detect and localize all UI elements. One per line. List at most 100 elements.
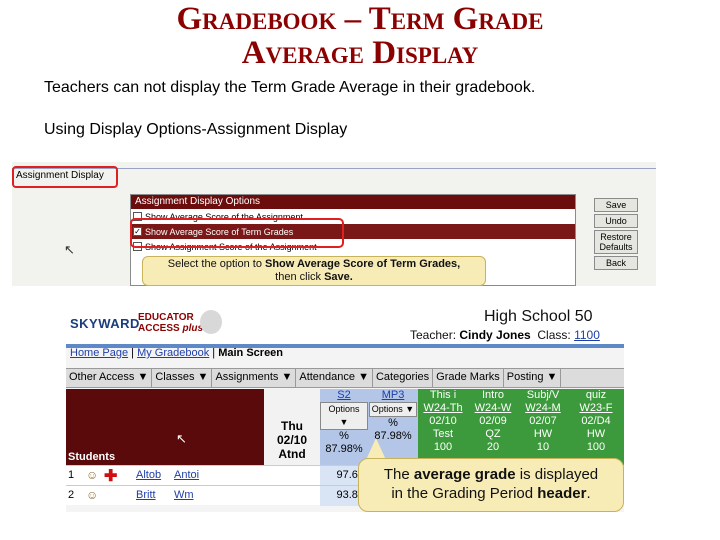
assignment-date: 02/07 bbox=[529, 415, 557, 427]
assignment-code-link[interactable]: W24-W bbox=[475, 402, 512, 414]
gradebook-screenshot: SKYWARD EDUCATOR ACCESS plus High School… bbox=[66, 306, 624, 512]
undo-button[interactable]: Undo bbox=[594, 214, 638, 228]
callout-text: in the Grading Period bbox=[391, 485, 538, 502]
slide-text-line1: Teachers can not display the Term Grade … bbox=[44, 79, 536, 96]
assignment-code-link[interactable]: W23-F bbox=[580, 402, 613, 414]
restore-label-line2: Defaults bbox=[599, 242, 633, 252]
class-link[interactable]: 1100 bbox=[574, 328, 600, 342]
instruction-callout: Select the option to Show Average Score … bbox=[142, 256, 486, 286]
assignment-column-header[interactable]: This i W24-Th 02/10 Test 100 bbox=[418, 389, 468, 465]
teacher-label: Teacher: bbox=[410, 328, 460, 342]
assignment-name: Intro bbox=[481, 389, 504, 401]
student-first-name-link[interactable]: Antoi bbox=[174, 469, 199, 481]
save-button[interactable]: Save bbox=[594, 198, 638, 212]
assignment-type: HW bbox=[533, 428, 553, 440]
students-header[interactable]: Students bbox=[68, 451, 115, 463]
slide-title-line2: Average Display bbox=[241, 35, 479, 71]
student-avatar-icon[interactable]: ☺ bbox=[86, 488, 98, 502]
assignment-date: 02/10 bbox=[429, 415, 457, 427]
percent-label: % bbox=[388, 417, 398, 429]
average-grade: 87.98% bbox=[325, 443, 363, 455]
assignment-code-link[interactable]: W24-M bbox=[525, 402, 560, 414]
brand-header: SKYWARD EDUCATOR ACCESS plus High School… bbox=[66, 306, 624, 344]
assignment-column-header[interactable]: quiz W23-F 02/D4 HW 100 bbox=[568, 389, 624, 465]
date-day: Thu bbox=[281, 419, 303, 433]
slide-text-line2: Using Display Options-Assignment Display bbox=[44, 121, 348, 138]
options-dropdown[interactable]: Options ▼ bbox=[320, 402, 368, 430]
health-alert-icon[interactable]: ✚ bbox=[104, 466, 117, 486]
breadcrumb-separator: | bbox=[128, 347, 138, 359]
row-number: 1 bbox=[68, 469, 75, 481]
school-name: High School 50 bbox=[484, 308, 593, 325]
assignment-code-link[interactable]: W24-Th bbox=[423, 402, 462, 414]
assignment-date: 02/D4 bbox=[581, 415, 611, 427]
slide-title-line1: Gradebook – Term Grade bbox=[176, 1, 544, 37]
percent-label: % bbox=[339, 430, 349, 442]
callout-text: is displayed bbox=[515, 466, 599, 483]
callout-text: Select the option to bbox=[167, 258, 265, 270]
callout-bold: average grade bbox=[413, 466, 516, 483]
mouse-cursor-icon: ↖ bbox=[64, 242, 75, 257]
menu-classes[interactable]: Classes ▼ bbox=[152, 369, 213, 387]
breadcrumb-current: Main Screen bbox=[218, 347, 284, 359]
callout-bold: Save. bbox=[324, 271, 353, 283]
assignment-name: Subj/V bbox=[526, 389, 560, 401]
student-first-name-link[interactable]: Wm bbox=[174, 489, 194, 501]
callout-text: then click bbox=[275, 271, 325, 283]
breadcrumb-home-link[interactable]: Home Page bbox=[70, 347, 128, 359]
assignment-column-header[interactable]: Subj/V W24-M 02/07 HW 10 bbox=[518, 389, 568, 465]
grading-period-s2-header[interactable]: S2 Options ▼ % 87.98% bbox=[320, 389, 368, 465]
callout-text: . bbox=[586, 485, 591, 502]
assignment-display-screenshot: Assignment Display ↖ Assignment Display … bbox=[12, 162, 656, 286]
panel-title: Assignment Display Options bbox=[131, 195, 575, 209]
average-grade-callout: The average grade is displayed in the Gr… bbox=[358, 458, 624, 512]
mouse-cursor-icon: ↖ bbox=[176, 431, 187, 446]
assignment-points: 100 bbox=[586, 441, 606, 453]
options-dropdown[interactable]: Options ▼ bbox=[368, 402, 418, 417]
menu-attendance[interactable]: Attendance ▼ bbox=[296, 369, 373, 387]
callout-text: The bbox=[383, 466, 414, 483]
skyward-logo: SKYWARD bbox=[70, 316, 140, 331]
assignment-points: 10 bbox=[536, 441, 550, 453]
date-type: Atnd bbox=[278, 447, 306, 461]
assignment-points: 20 bbox=[486, 441, 500, 453]
back-button[interactable]: Back bbox=[594, 256, 638, 270]
logo-text: ACCESS bbox=[138, 323, 180, 334]
assignment-points: 100 bbox=[433, 441, 453, 453]
attendance-date-column[interactable]: Thu 02/10 Atnd bbox=[264, 389, 320, 465]
menu-categories[interactable]: Categories bbox=[373, 369, 434, 387]
date-value: 02/10 bbox=[276, 433, 308, 447]
restore-defaults-button[interactable]: Restore Defaults bbox=[594, 230, 638, 254]
student-last-name-link[interactable]: Altob bbox=[136, 469, 161, 481]
apple-logo-icon bbox=[200, 310, 222, 334]
breadcrumb-separator: | bbox=[209, 347, 219, 359]
breadcrumb-gradebook-link[interactable]: My Gradebook bbox=[137, 347, 209, 359]
highlight-box-tab bbox=[12, 166, 118, 188]
highlight-box-option bbox=[130, 218, 344, 248]
teacher-info: Teacher: Cindy Jones Class: 1100 bbox=[410, 328, 600, 342]
period-link[interactable]: S2 bbox=[337, 389, 350, 401]
period-link[interactable]: MP3 bbox=[382, 389, 405, 401]
teacher-name: Cindy Jones bbox=[459, 328, 531, 342]
menu-assignments[interactable]: Assignments ▼ bbox=[212, 369, 297, 387]
assignment-date: 02/09 bbox=[479, 415, 507, 427]
assignment-name: quiz bbox=[585, 389, 607, 401]
restore-label-line1: Restore bbox=[600, 232, 632, 242]
callout-bold: header bbox=[537, 485, 587, 502]
assignment-type: Test bbox=[432, 428, 454, 440]
educator-access-logo: EDUCATOR ACCESS plus bbox=[138, 312, 203, 334]
row-number: 2 bbox=[68, 489, 75, 501]
menu-grade-marks[interactable]: Grade Marks bbox=[433, 369, 504, 387]
student-last-name-link[interactable]: Britt bbox=[136, 489, 156, 501]
callout-bold: Show Average Score of Term Grades, bbox=[265, 258, 461, 270]
menu-posting[interactable]: Posting ▼ bbox=[504, 369, 562, 387]
student-avatar-icon[interactable]: ☺ bbox=[86, 468, 98, 482]
assignment-name: This i bbox=[429, 389, 457, 401]
class-label: Class: bbox=[537, 328, 575, 342]
menu-other-access[interactable]: Other Access ▼ bbox=[66, 369, 153, 387]
assignment-column-header[interactable]: Intro W24-W 02/09 QZ 20 bbox=[468, 389, 518, 465]
breadcrumb: Home Page | My Gradebook | Main Screen bbox=[70, 347, 283, 359]
assignment-type: HW bbox=[586, 428, 606, 440]
menu-bar: Other Access ▼ Classes ▼ Assignments ▼ A… bbox=[66, 368, 624, 388]
logo-text: EDUCATOR bbox=[138, 312, 194, 323]
